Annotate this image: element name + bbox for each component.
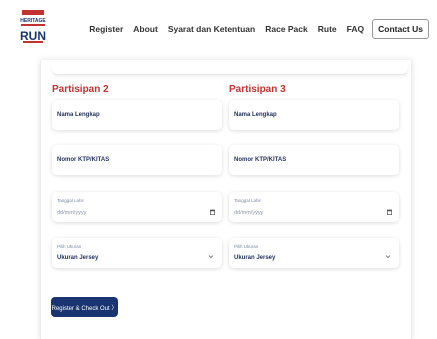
site-header: HERITAGE RUN Register About Syarat dan K… [0,0,437,60]
dob-placeholder: dd/mm/yyyy [234,210,264,216]
participant-2-name-field[interactable]: Nama Lengkap [52,100,222,130]
nav-terms[interactable]: Syarat dan Ketentuan [168,24,255,34]
participant-3-name-field[interactable]: Nama Lengkap [229,100,399,130]
dob-label: Tanggal Lahir [57,198,85,203]
participant-3-title: Partisipan 3 [229,84,286,95]
nav-about[interactable]: About [133,24,158,34]
dob-placeholder: dd/mm/yyyy [57,210,87,216]
participant-3-id-field[interactable]: Nomor KTP/KITAS [229,145,399,175]
size-value: Ukuran Jersey [57,255,99,261]
name-placeholder: Nama Lengkap [234,112,277,118]
participant-2-title: Partisipan 2 [52,84,109,95]
id-placeholder: Nomor KTP/KITAS [57,157,110,163]
size-value: Ukuran Jersey [234,255,276,261]
nav-route[interactable]: Rute [318,24,337,34]
size-label: Pilih Ukuran [234,244,259,249]
logo-text-top: HERITAGE [20,18,46,24]
previous-section-edge [52,62,408,75]
participant-2-id-field[interactable]: Nomor KTP/KITAS [52,145,222,175]
heritage-run-logo[interactable]: HERITAGE RUN [18,10,48,46]
register-checkout-button[interactable]: Register & Check Out 〉 [51,297,118,317]
participant-2-size-select[interactable]: Pilih Ukuran Ukuran Jersey [52,238,222,268]
chevron-down-icon [385,255,391,259]
participant-2-dob-field[interactable]: Tanggal Lahir dd/mm/yyyy [52,192,222,222]
logo-text-bottom: RUN [20,29,46,43]
nav-race-pack[interactable]: Race Pack [265,24,308,34]
nav-register[interactable]: Register [89,24,123,34]
calendar-icon[interactable] [210,209,215,215]
dob-label: Tanggal Lahir [234,198,262,203]
calendar-icon[interactable] [387,209,392,215]
contact-us-button[interactable]: Contact Us [372,19,429,39]
name-placeholder: Nama Lengkap [57,112,100,118]
size-label: Pilih Ukuran [57,244,82,249]
nav-faq[interactable]: FAQ [347,24,364,34]
chevron-down-icon [208,255,214,259]
participant-3-dob-field[interactable]: Tanggal Lahir dd/mm/yyyy [229,192,399,222]
main-nav: Register About Syarat dan Ketentuan Race… [79,19,429,39]
id-placeholder: Nomor KTP/KITAS [234,157,287,163]
participant-3-size-select[interactable]: Pilih Ukuran Ukuran Jersey [229,238,399,268]
